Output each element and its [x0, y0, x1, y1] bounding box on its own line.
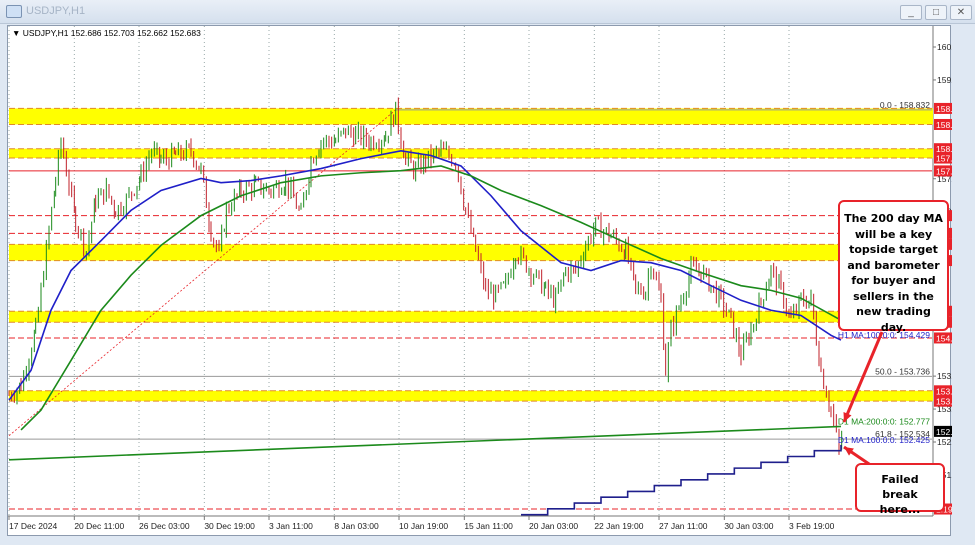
moving-average-line	[8, 149, 842, 401]
x-tick-label: 17 Dec 2024	[9, 521, 57, 531]
x-tick-label: 15 Jan 11:00	[464, 521, 513, 531]
close-button[interactable]: ✕	[950, 5, 972, 20]
x-tick-label: 27 Jan 11:00	[659, 521, 708, 531]
x-tick-label: 10 Jan 19:00	[399, 521, 448, 531]
x-tick-label: 30 Jan 03:00	[724, 521, 773, 531]
minimize-button[interactable]: _	[900, 5, 922, 20]
support-resistance-zone	[9, 390, 933, 402]
chart-area[interactable]: 17 Dec 2024 20 Dec 11:00 26 Dec 03:00 30 De…	[7, 25, 952, 537]
moving-average-line	[8, 425, 842, 461]
x-tick-label: 20 Dec 11:00	[74, 521, 124, 531]
price-label: 153.459	[936, 386, 952, 396]
maximize-button[interactable]: □	[925, 5, 947, 20]
level-text: D1 MA:200:0:0: 152.777	[838, 416, 930, 426]
price-label: 152.683	[936, 427, 952, 437]
x-tick-label: 8 Jan 03:00	[334, 521, 379, 531]
x-tick-label: 30 Dec 19:00	[204, 521, 255, 531]
x-tick-label: 20 Jan 03:00	[529, 521, 578, 531]
y-tick-label: 152.480	[937, 437, 952, 447]
price-label: 154.470	[936, 333, 952, 343]
moving-average-line	[521, 444, 842, 516]
window-titlebar: USDJPY,H1 _ □ ✕	[0, 0, 975, 24]
failed-break-annotation-box: Failed break here...	[855, 463, 945, 516]
x-tick-label: 3 Feb 19:00	[789, 521, 835, 531]
price-label: 153.261	[936, 397, 952, 407]
support-resistance-zone	[9, 108, 933, 125]
annotation-arrow	[842, 331, 884, 423]
x-tick-label: 22 Jan 19:00	[594, 521, 643, 531]
symbol-ohlc: USDJPY,H1 152.686 152.703 152.662 152.68…	[22, 28, 201, 38]
fibonacci-trend-line	[8, 109, 396, 437]
y-tick-label: 159.405	[937, 75, 952, 85]
x-tick-label: 3 Jan 11:00	[269, 521, 313, 531]
level-text: D1 MA:100:0:0: 152.425	[838, 435, 930, 445]
support-resistance-zone	[9, 311, 933, 323]
symbol-info: ▼ USDJPY,H1 152.686 152.703 152.662 152.…	[12, 28, 201, 38]
price-label: 157.665	[936, 166, 952, 176]
chart-window-icon	[6, 5, 22, 18]
y-tick-label: 160.035	[937, 42, 952, 52]
price-chart[interactable]: 17 Dec 2024 20 Dec 11:00 26 Dec 03:00 30 De…	[8, 26, 952, 537]
x-tick-label: 26 Dec 03:00	[139, 521, 190, 531]
level-text: 50.0 - 153.736	[875, 366, 930, 376]
level-text: 0.0 - 158.832	[880, 100, 930, 110]
price-label: 157.911	[936, 154, 952, 164]
ma-annotation-box: The 200 day MA will be a key topside tar…	[838, 200, 949, 334]
window-title: USDJPY,H1	[26, 5, 86, 17]
price-label: 158.860	[936, 104, 952, 114]
support-resistance-zone	[9, 148, 933, 159]
y-tick-label: 153.740	[937, 371, 952, 381]
price-label: 158.553	[936, 120, 952, 130]
